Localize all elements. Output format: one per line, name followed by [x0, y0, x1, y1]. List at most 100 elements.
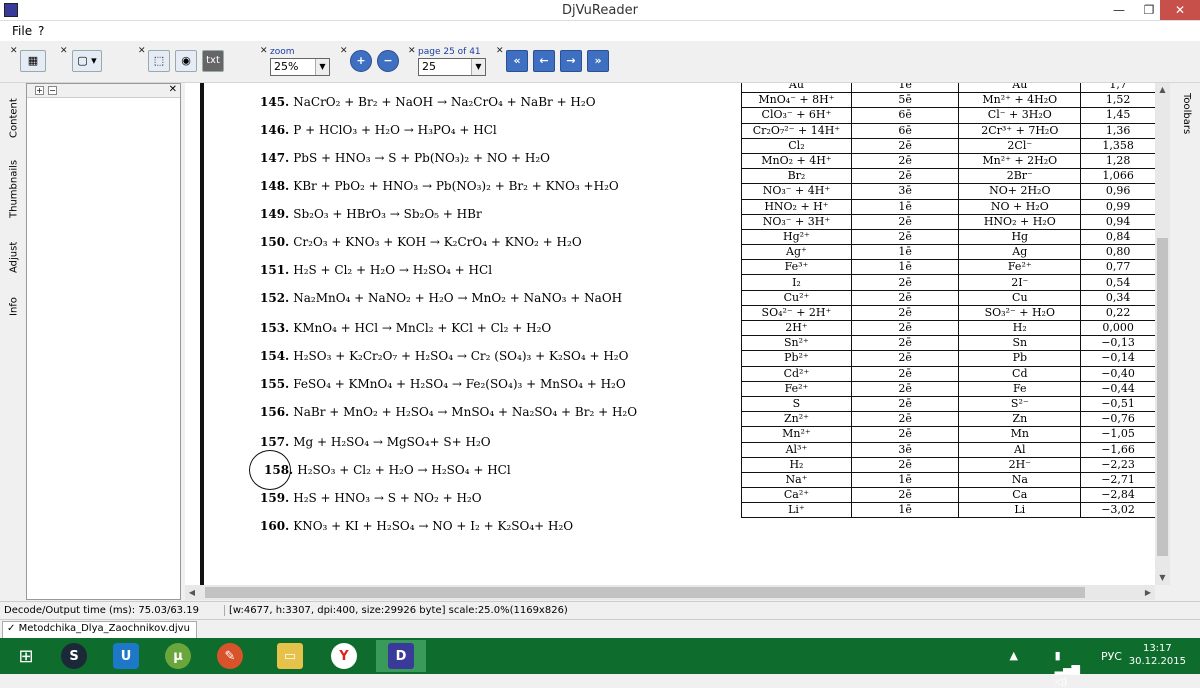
image-button[interactable]: ◉	[175, 50, 197, 72]
close-icon[interactable]: ✕	[169, 84, 177, 95]
taskbar-utorrent[interactable]: µ	[156, 640, 200, 672]
start-button[interactable]: ⊞	[4, 640, 48, 672]
tab-toolbars[interactable]: Toolbars	[1176, 93, 1192, 134]
close-icon[interactable]: ✕	[10, 46, 18, 56]
reduced-form: Hg	[958, 228, 1082, 246]
table-row: Cd²⁺ 2ē Cd −0,40	[741, 365, 1155, 382]
page-layout-button[interactable]: ▢ ▾	[72, 50, 102, 72]
reduced-form: Mn²⁺ + 2H₂O	[958, 152, 1082, 170]
chevron-down-icon[interactable]: ▼	[471, 59, 485, 75]
oxidized-form: Mn²⁺	[741, 426, 852, 443]
grid-icon: ▦	[27, 54, 39, 67]
menu-file[interactable]: File	[12, 24, 32, 38]
close-icon[interactable]: ✕	[260, 46, 268, 56]
taskbar-steam[interactable]: S	[52, 640, 96, 672]
reduced-form: 2Cl⁻	[958, 137, 1082, 154]
arrow-left-icon: ←	[539, 54, 549, 67]
document-view[interactable]: 145. NaCrO₂ + Br₂ + NaOH → Na₂CrO₄ + NaBr…	[185, 83, 1155, 585]
taskbar-djvureader[interactable]: D	[376, 640, 426, 672]
tab-content[interactable]: Content	[6, 93, 22, 143]
close-button[interactable]: ✕	[1160, 0, 1200, 20]
chevron-down-icon[interactable]: ▼	[315, 59, 329, 75]
vertical-scrollbar[interactable]: ▲ ▼	[1155, 83, 1170, 585]
oxidized-form: Na⁺	[741, 471, 852, 489]
plus-icon: +	[356, 54, 366, 67]
scroll-right-icon[interactable]: ▶	[1141, 585, 1155, 600]
potential-value: −2,23	[1080, 456, 1155, 473]
equation-text: Na₂MnO₄ + NaNO₂ + H₂O → MnO₂ + NaNO₃ + N…	[293, 291, 623, 305]
zoom-out-button[interactable]: −	[377, 50, 399, 72]
potential-value: −0,76	[1080, 411, 1155, 428]
tab-adjust[interactable]: Adjust	[6, 235, 22, 280]
scroll-left-icon[interactable]: ◀	[185, 585, 199, 600]
expand-icon[interactable]: +	[35, 86, 44, 95]
menu-bar: File ?	[0, 21, 1200, 41]
collapse-icon[interactable]: −	[48, 86, 57, 95]
electrons: 6ē	[850, 107, 960, 124]
potential-value: 1,28	[1080, 152, 1155, 170]
taskbar-app[interactable]: ✎	[208, 640, 252, 672]
scroll-down-icon[interactable]: ▼	[1155, 571, 1170, 585]
equation-157: 157. Mg + H₂SO₄ → MgSO₄+ S+ H₂O	[260, 435, 491, 449]
clock[interactable]: 13:17 30.12.2015	[1129, 642, 1186, 668]
zoom-combo[interactable]: 25% ▼	[270, 58, 330, 76]
table-row: Zn²⁺ 2ē Zn −0,76	[741, 411, 1155, 428]
taskbar-explorer[interactable]: ▭	[268, 640, 312, 672]
close-icon[interactable]: ✕	[60, 46, 68, 56]
equation-number: 155.	[260, 377, 290, 391]
scroll-thumb[interactable]	[1157, 238, 1168, 556]
tray-up-icon[interactable]: ▲	[1010, 649, 1018, 662]
zoom-in-button[interactable]: +	[350, 50, 372, 72]
close-icon[interactable]: ✕	[138, 46, 146, 56]
reduced-form: Au	[958, 83, 1082, 94]
equation-number: 159.	[260, 491, 290, 505]
reduced-form: HNO₂ + H₂O	[958, 213, 1082, 230]
first-page-button[interactable]: «	[506, 50, 528, 72]
djvureader-window: DjVuReader — ❐ ✕ File ? ✕ ▦ ✕ ▢ ▾ ✕ ⬚ ◉ …	[0, 0, 1200, 688]
menu-help[interactable]: ?	[38, 24, 44, 38]
tab-info[interactable]: Info	[6, 289, 22, 324]
folder-icon: ▭	[277, 643, 303, 669]
equation-146: 146. P + HClO₃ + H₂O → H₃PO₄ + HCl	[260, 123, 497, 137]
minus-icon: −	[383, 54, 393, 67]
equation-text: P + HClO₃ + H₂O → H₃PO₄ + HCl	[293, 123, 497, 137]
potential-value: −1,66	[1080, 441, 1155, 458]
reduced-form: Cd	[958, 365, 1082, 382]
potential-value: −1,05	[1080, 426, 1155, 443]
minimize-button[interactable]: —	[1104, 0, 1134, 20]
zoom-label: zoom	[270, 47, 295, 57]
language-indicator[interactable]: РУС	[1101, 650, 1122, 663]
reduced-form: S²⁻	[958, 395, 1082, 413]
text-button[interactable]: txt	[202, 50, 224, 72]
last-page-button[interactable]: »	[587, 50, 609, 72]
equation-158: 158. H₂SO₃ + Cl₂ + H₂O → H₂SO₄ + HCl	[264, 463, 511, 477]
battery-network-volume-icons[interactable]: ▮ ▂▄▆ ◁)	[1055, 649, 1080, 688]
oxidized-form: Cu²⁺	[741, 289, 852, 306]
steam-icon: S	[61, 643, 87, 669]
reduced-form: Mn	[958, 426, 1082, 443]
horizontal-scrollbar[interactable]: ◀ ▶	[185, 585, 1155, 600]
hscroll-thumb[interactable]	[205, 587, 1085, 598]
potential-value: −0,51	[1080, 395, 1155, 413]
next-page-button[interactable]: →	[560, 50, 582, 72]
potential-value: −3,02	[1080, 502, 1155, 519]
page-combo[interactable]: 25 ▼	[418, 58, 486, 76]
prev-page-button[interactable]: ←	[533, 50, 555, 72]
taskbar-yandex[interactable]: Y	[322, 640, 366, 672]
select-button[interactable]: ⬚	[148, 50, 170, 72]
table-row: Pb²⁺ 2ē Pb −0,14	[741, 350, 1155, 367]
taskbar-store[interactable]: U	[104, 640, 148, 672]
equation-159: 159. H₂S + HNO₃ → S + NO₂ + H₂O	[260, 491, 482, 505]
view-mode-button[interactable]: ▦	[20, 50, 46, 72]
tab-thumbnails[interactable]: Thumbnails	[6, 153, 22, 225]
close-icon[interactable]: ✕	[408, 46, 416, 56]
scroll-up-icon[interactable]: ▲	[1155, 83, 1170, 97]
electrons: 2ē	[850, 304, 960, 322]
oxidized-form: MnO₄⁻ + 8H⁺	[741, 92, 852, 109]
document-tab[interactable]: ✓ Metodchika_Dlya_Zaochnikov.djvu	[2, 621, 197, 638]
close-icon[interactable]: ✕	[496, 46, 504, 56]
close-icon[interactable]: ✕	[340, 46, 348, 56]
potential-value: 0,54	[1080, 274, 1155, 291]
potential-value: 0,99	[1080, 198, 1155, 215]
electrons: 1ē	[850, 83, 960, 94]
